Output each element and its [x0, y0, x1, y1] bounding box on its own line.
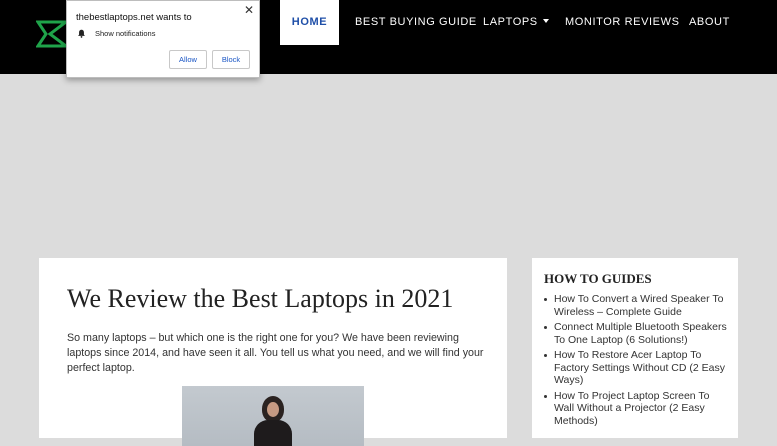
popup-title: thebestlaptops.net wants to: [76, 12, 192, 23]
nav-about[interactable]: ABOUT: [689, 0, 730, 45]
nav-home[interactable]: HOME: [280, 0, 339, 45]
notification-permission-popup: thebestlaptops.net wants to ✕ Show notif…: [66, 0, 260, 78]
caret-down-icon: [542, 19, 549, 24]
guide-link[interactable]: Connect Multiple Bluetooth Speakers To O…: [544, 321, 730, 346]
guide-link[interactable]: How To Convert a Wired Speaker To Wirele…: [544, 293, 730, 318]
guide-link[interactable]: How To Project Laptop Screen To Wall Wit…: [544, 390, 730, 428]
permission-row: Show notifications: [77, 29, 155, 38]
guide-link[interactable]: How To Restore Acer Laptop To Factory Se…: [544, 349, 730, 387]
sidebar-title: HOW TO GUIDES: [544, 271, 652, 286]
permission-label: Show notifications: [95, 29, 156, 38]
bell-icon: [78, 29, 85, 38]
main-content-card: We Review the Best Laptops in 2021 So ma…: [39, 258, 507, 446]
intro-paragraph: So many laptops – but which one is the r…: [67, 332, 484, 374]
guides-list: How To Convert a Wired Speaker To Wirele…: [544, 293, 730, 430]
person-face: [267, 402, 279, 417]
close-icon[interactable]: ✕: [244, 4, 254, 16]
nav-laptops[interactable]: LAPTOPS: [483, 0, 549, 45]
nav-best-buying-guide[interactable]: BEST BUYING GUIDE: [355, 0, 477, 45]
page-title: We Review the Best Laptops in 2021: [67, 284, 454, 313]
nav-laptops-label: LAPTOPS: [483, 16, 538, 28]
nav-monitor-reviews[interactable]: MONITOR REVIEWS: [565, 0, 680, 45]
allow-button[interactable]: Allow: [169, 50, 207, 69]
person-body: [254, 420, 292, 446]
block-button[interactable]: Block: [212, 50, 250, 69]
hero-image: [182, 386, 364, 446]
sidebar-widget: HOW TO GUIDES How To Convert a Wired Spe…: [532, 258, 738, 438]
